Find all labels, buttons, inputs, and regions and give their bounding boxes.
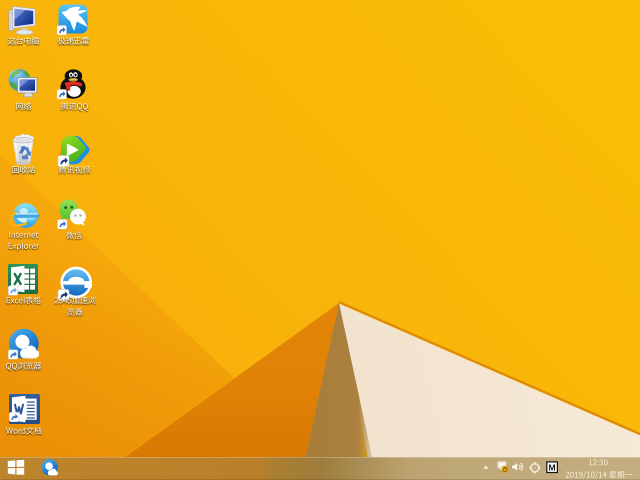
svg-text:M: M [549, 463, 556, 473]
